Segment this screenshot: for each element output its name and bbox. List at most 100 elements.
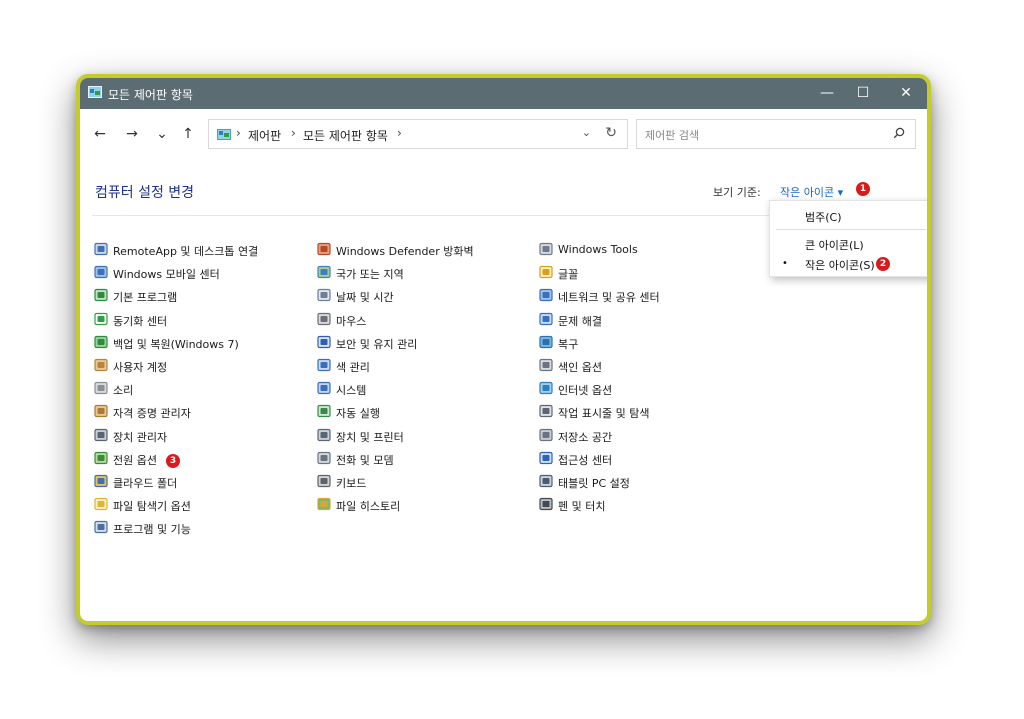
item-label[interactable]: 날짜 및 시간 xyxy=(336,289,394,305)
item-label[interactable]: 인터넷 옵션 xyxy=(558,382,612,398)
item-label[interactable]: 자격 증명 관리자 xyxy=(113,405,191,421)
item-label[interactable]: 작업 표시줄 및 탐색 xyxy=(558,405,649,421)
item-label[interactable]: 문제 해결 xyxy=(558,313,602,329)
item-label[interactable]: RemoteApp 및 데스크톱 연결 xyxy=(113,243,258,259)
autoplay-icon xyxy=(317,405,331,418)
search-input[interactable] xyxy=(643,124,887,146)
mouse-icon xyxy=(317,312,331,325)
breadcrumb-separator[interactable]: › xyxy=(236,126,241,140)
fonts-icon xyxy=(539,266,553,279)
item-label[interactable]: 장치 관리자 xyxy=(113,429,167,445)
item-label[interactable]: 펜 및 터치 xyxy=(558,498,605,514)
item-label[interactable]: Windows Defender 방화벽 xyxy=(336,243,474,259)
default-programs-icon xyxy=(94,289,108,302)
item-label[interactable]: 프로그램 및 기능 xyxy=(113,521,191,537)
item-label[interactable]: 기본 프로그램 xyxy=(113,289,177,305)
maximize-button[interactable]: ☐ xyxy=(841,78,885,109)
ease-of-access-icon xyxy=(539,451,553,464)
page-heading: 컴퓨터 설정 변경 xyxy=(95,185,195,201)
item-label[interactable]: 마우스 xyxy=(336,313,366,329)
control-panel-icon xyxy=(88,86,102,98)
keyboard-icon xyxy=(317,474,331,488)
firewall-icon xyxy=(317,242,331,256)
item-label[interactable]: 장치 및 프린터 xyxy=(336,429,404,445)
date-time-icon xyxy=(317,289,331,302)
breadcrumb-control-panel[interactable]: 제어판 xyxy=(248,127,281,144)
item-label[interactable]: 색인 옵션 xyxy=(558,359,602,375)
troubleshooting-icon xyxy=(539,312,553,325)
network-sharing-icon xyxy=(539,289,553,302)
item-label[interactable]: 글꼴 xyxy=(558,266,578,282)
window-title: 모든 제어판 항목 xyxy=(108,88,193,102)
item-label[interactable]: 저장소 공간 xyxy=(558,429,612,445)
file-history-icon xyxy=(317,498,331,511)
item-label[interactable]: 자동 실행 xyxy=(336,405,380,421)
menu-item-small-icons[interactable]: 작은 아이콘(S) xyxy=(805,257,875,273)
item-label[interactable]: 파일 히스토리 xyxy=(336,498,400,514)
item-label[interactable]: 전원 옵션 xyxy=(113,452,157,468)
sync-center-icon xyxy=(94,312,108,325)
item-label[interactable]: 네트워크 및 공유 센터 xyxy=(558,289,660,305)
annotation-badge: 2 xyxy=(876,257,890,271)
item-label[interactable]: 시스템 xyxy=(336,382,366,398)
up-button[interactable]: ↑ xyxy=(180,126,196,142)
power-options-icon xyxy=(94,451,108,464)
file-explorer-options-icon xyxy=(94,498,108,511)
item-label[interactable]: Windows Tools xyxy=(558,243,638,256)
breadcrumb-separator[interactable]: › xyxy=(291,126,296,140)
item-label[interactable]: 파일 탐색기 옵션 xyxy=(113,498,191,514)
close-button[interactable]: ✕ xyxy=(884,78,927,109)
recent-locations-button[interactable]: ⌄ xyxy=(154,126,170,142)
security-maintenance-icon xyxy=(317,335,331,348)
menu-separator xyxy=(776,229,926,230)
breadcrumb-all-items[interactable]: 모든 제어판 항목 xyxy=(303,127,388,144)
item-label[interactable]: 키보드 xyxy=(336,475,366,491)
taskbar-navigation-icon xyxy=(539,405,553,418)
region-icon xyxy=(317,266,331,279)
pen-touch-icon xyxy=(539,498,553,511)
item-label[interactable]: 클라우드 폴더 xyxy=(113,475,177,491)
backup-restore-icon xyxy=(94,335,108,348)
color-management-icon xyxy=(317,358,331,372)
windows-tools-icon xyxy=(539,242,553,256)
view-by-menu: 범주(C) 큰 아이콘(L) • 작은 아이콘(S) 2 xyxy=(769,200,927,277)
item-label[interactable]: 보안 및 유지 관리 xyxy=(336,336,417,352)
recovery-icon xyxy=(539,335,553,348)
view-by-label: 보기 기준: xyxy=(713,186,761,199)
breadcrumb-separator[interactable]: › xyxy=(397,126,402,140)
selected-bullet: • xyxy=(782,258,788,269)
item-label[interactable]: 접근성 센터 xyxy=(558,452,612,468)
annotation-badge: 3 xyxy=(166,454,180,468)
navigation-bar: ← → ⌄ ↑ › 제어판 › 모든 제어판 항목 › ⌄ ↻ xyxy=(80,109,927,161)
title-bar[interactable]: 모든 제어판 항목 — ☐ ✕ xyxy=(80,78,927,109)
sound-icon xyxy=(94,382,108,395)
internet-options-icon xyxy=(539,382,553,395)
item-label[interactable]: 태블릿 PC 설정 xyxy=(558,475,630,491)
back-button[interactable]: ← xyxy=(92,126,108,142)
address-dropdown-button[interactable]: ⌄ xyxy=(582,126,591,139)
forward-button[interactable]: → xyxy=(124,126,140,142)
menu-item-large-icons[interactable]: 큰 아이콘(L) xyxy=(805,237,864,253)
address-bar[interactable]: › 제어판 › 모든 제어판 항목 › ⌄ ↻ xyxy=(208,119,628,149)
item-label[interactable]: 사용자 계정 xyxy=(113,359,167,375)
view-by-dropdown[interactable]: 작은 아이콘 ▾ xyxy=(780,184,843,200)
item-label[interactable]: 백업 및 복원(Windows 7) xyxy=(113,336,239,352)
tablet-pc-settings-icon xyxy=(539,474,553,488)
item-label[interactable]: 복구 xyxy=(558,336,578,352)
item-label[interactable]: 동기화 센터 xyxy=(113,313,167,329)
search-box[interactable] xyxy=(636,119,916,149)
search-icon[interactable] xyxy=(893,127,905,139)
control-panel-icon xyxy=(217,129,231,140)
phone-modem-icon xyxy=(317,451,331,464)
refresh-button[interactable]: ↻ xyxy=(605,125,617,141)
user-accounts-icon xyxy=(94,358,108,372)
menu-item-category[interactable]: 범주(C) xyxy=(805,209,842,225)
item-label[interactable]: 국가 또는 지역 xyxy=(336,266,404,282)
system-icon xyxy=(317,382,331,395)
item-label[interactable]: 전화 및 모뎀 xyxy=(336,452,394,468)
storage-spaces-icon xyxy=(539,428,553,441)
item-label[interactable]: 소리 xyxy=(113,382,133,398)
item-label[interactable]: Windows 모바일 센터 xyxy=(113,266,220,282)
item-label[interactable]: 색 관리 xyxy=(336,359,370,375)
indexing-options-icon xyxy=(539,358,553,372)
